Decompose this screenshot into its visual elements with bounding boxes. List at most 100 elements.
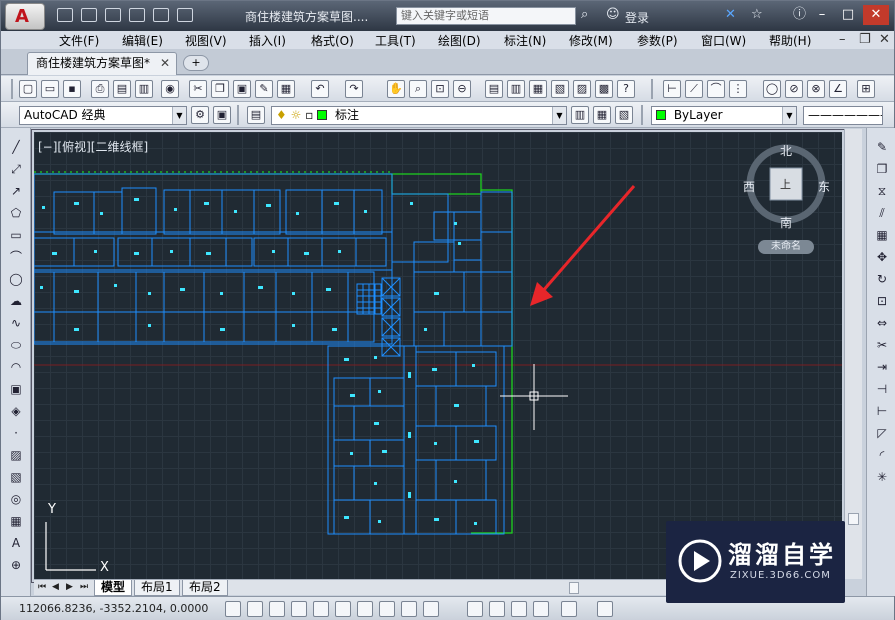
point-icon[interactable]: · (9, 426, 23, 440)
arc-icon[interactable]: ⌒ (9, 250, 23, 264)
drawing-canvas[interactable]: [−][俯视][二维线框] 北 南 东 西 上 未命名 Y X (34, 132, 842, 580)
saveas-icon[interactable] (129, 8, 145, 22)
dim-ordinate-icon[interactable]: ⋮ (729, 80, 747, 98)
binoculars-icon[interactable]: ⌕ (581, 8, 588, 22)
stretch-icon[interactable]: ⇔ (875, 316, 889, 330)
exchange-icon[interactable]: ✕ (725, 8, 736, 22)
fillet-icon[interactable]: ◜ (875, 448, 889, 462)
wcs-menu[interactable]: 未命名 (758, 240, 814, 254)
workspace-settings-icon[interactable]: ⚙ (191, 106, 209, 124)
undo-icon[interactable]: ↶ (311, 80, 329, 98)
doc-minimize-button[interactable]: – (839, 32, 846, 47)
plot-icon[interactable]: ⎙ (91, 80, 109, 98)
offset-icon[interactable]: ⫽ (875, 206, 889, 220)
table-icon[interactable]: ▦ (9, 514, 23, 528)
revcloud-icon[interactable]: ☁ (9, 294, 23, 308)
rectangle-icon[interactable]: ▭ (9, 228, 23, 242)
copy-icon[interactable]: ❐ (211, 80, 229, 98)
dim-jogged-icon[interactable]: ⊘ (785, 80, 803, 98)
scale-icon[interactable]: ⊡ (875, 294, 889, 308)
undo-icon[interactable] (177, 8, 193, 22)
help-icon[interactable]: ☆ (751, 8, 763, 22)
design-center-icon[interactable]: ▥ (507, 80, 525, 98)
viewcube-east[interactable]: 东 (818, 178, 830, 195)
print-icon[interactable] (153, 8, 169, 22)
dim-diameter-icon[interactable]: ⊗ (807, 80, 825, 98)
ellipse-arc-icon[interactable]: ◠ (9, 360, 23, 374)
maximize-button[interactable]: □ (835, 5, 861, 25)
add-selected-icon[interactable]: ⊕ (9, 558, 23, 572)
3d-osnap-icon[interactable] (357, 601, 373, 617)
search-input[interactable]: 键入关键字或短语 (396, 7, 576, 25)
quick-properties-icon[interactable] (511, 601, 527, 617)
extend-icon[interactable]: ⇥ (875, 360, 889, 374)
color-select[interactable]: ByLayer ▼ (651, 106, 797, 125)
redo-icon[interactable]: ↷ (345, 80, 363, 98)
new-icon[interactable]: ▢ (19, 80, 37, 98)
workspace-icon[interactable]: ▣ (213, 106, 231, 124)
close-button[interactable]: ✕ (863, 5, 889, 25)
open-icon[interactable] (81, 8, 97, 22)
make-block-icon[interactable]: ◈ (9, 404, 23, 418)
minimize-button[interactable]: – (809, 5, 835, 25)
match-prop-icon[interactable]: ✎ (255, 80, 273, 98)
3d-print-icon[interactable]: ◉ (161, 80, 179, 98)
hatch-icon[interactable]: ▨ (9, 448, 23, 462)
dynamic-input-icon[interactable] (423, 601, 439, 617)
sheet-set-icon[interactable]: ▧ (551, 80, 569, 98)
scroll-thumb[interactable] (848, 513, 859, 525)
close-icon[interactable]: ✕ (160, 53, 170, 74)
cut-icon[interactable]: ✂ (189, 80, 207, 98)
viewcube-north[interactable]: 北 (780, 142, 792, 159)
publish-icon[interactable]: ▥ (135, 80, 153, 98)
quickcalc-icon[interactable]: ▩ (595, 80, 613, 98)
paste-icon[interactable]: ▣ (233, 80, 251, 98)
quick-dim-icon[interactable]: ⊞ (857, 80, 875, 98)
polar-tracking-icon[interactable] (313, 601, 329, 617)
rotate-icon[interactable]: ↻ (875, 272, 889, 286)
mirror-icon[interactable]: ⧖ (875, 184, 889, 198)
dim-aligned-icon[interactable]: ⟋ (685, 80, 703, 98)
layer-select[interactable]: ♦ ☼ ▫ 标注 ▼ (271, 106, 567, 125)
erase-icon[interactable]: ✎ (875, 140, 889, 154)
info-icon[interactable]: ⓘ (793, 8, 806, 22)
user-icon[interactable]: ☺ (606, 8, 620, 22)
menu-format[interactable]: 格式(O) (311, 32, 354, 49)
doc-restore-button[interactable]: ❐ (859, 32, 871, 47)
polygon-icon[interactable]: ⬠ (9, 206, 23, 220)
menu-modify[interactable]: 修改(M) (569, 32, 613, 49)
circle-icon[interactable]: ◯ (9, 272, 23, 286)
menu-file[interactable]: 文件(F) (59, 32, 99, 49)
prev-tab-icon[interactable]: ◀ (52, 582, 59, 592)
viewcube-south[interactable]: 南 (780, 214, 792, 231)
menu-dimension[interactable]: 标注(N) (504, 32, 546, 49)
save-icon[interactable] (105, 8, 121, 22)
coordinate-readout[interactable]: 112066.8236, -3352.2104, 0.0000 (19, 602, 208, 615)
dim-arc-icon[interactable]: ⌒ (707, 80, 725, 98)
first-tab-icon[interactable]: ⏮ (38, 582, 46, 592)
copy-icon[interactable]: ❐ (875, 162, 889, 176)
snap-mode-icon[interactable] (247, 601, 263, 617)
zoom-realtime-icon[interactable]: ⌕ (409, 80, 427, 98)
ellipse-icon[interactable]: ⬭ (9, 338, 23, 352)
menu-draw[interactable]: 绘图(D) (438, 32, 481, 49)
menu-view[interactable]: 视图(V) (185, 32, 227, 49)
region-icon[interactable]: ◎ (9, 492, 23, 506)
help-icon[interactable]: ? (617, 80, 635, 98)
new-tab-button[interactable]: + (183, 55, 209, 71)
pan-icon[interactable]: ✋ (387, 80, 405, 98)
tab-layout2[interactable]: 布局2 (182, 580, 228, 596)
open-icon[interactable]: ▭ (41, 80, 59, 98)
markup-icon[interactable]: ▨ (573, 80, 591, 98)
login-link[interactable]: 登录 (625, 9, 649, 26)
gradient-icon[interactable]: ▧ (9, 470, 23, 484)
block-editor-icon[interactable]: ▦ (277, 80, 295, 98)
layer-previous-icon[interactable]: ▦ (593, 106, 611, 124)
dim-linear-icon[interactable]: ⊢ (663, 80, 681, 98)
dim-angular-icon[interactable]: ∠ (829, 80, 847, 98)
tool-palettes-icon[interactable]: ▦ (529, 80, 547, 98)
preview-icon[interactable]: ▤ (113, 80, 131, 98)
next-tab-icon[interactable]: ▶ (66, 582, 73, 592)
trim-icon[interactable]: ✂ (875, 338, 889, 352)
object-snap-icon[interactable] (335, 601, 351, 617)
